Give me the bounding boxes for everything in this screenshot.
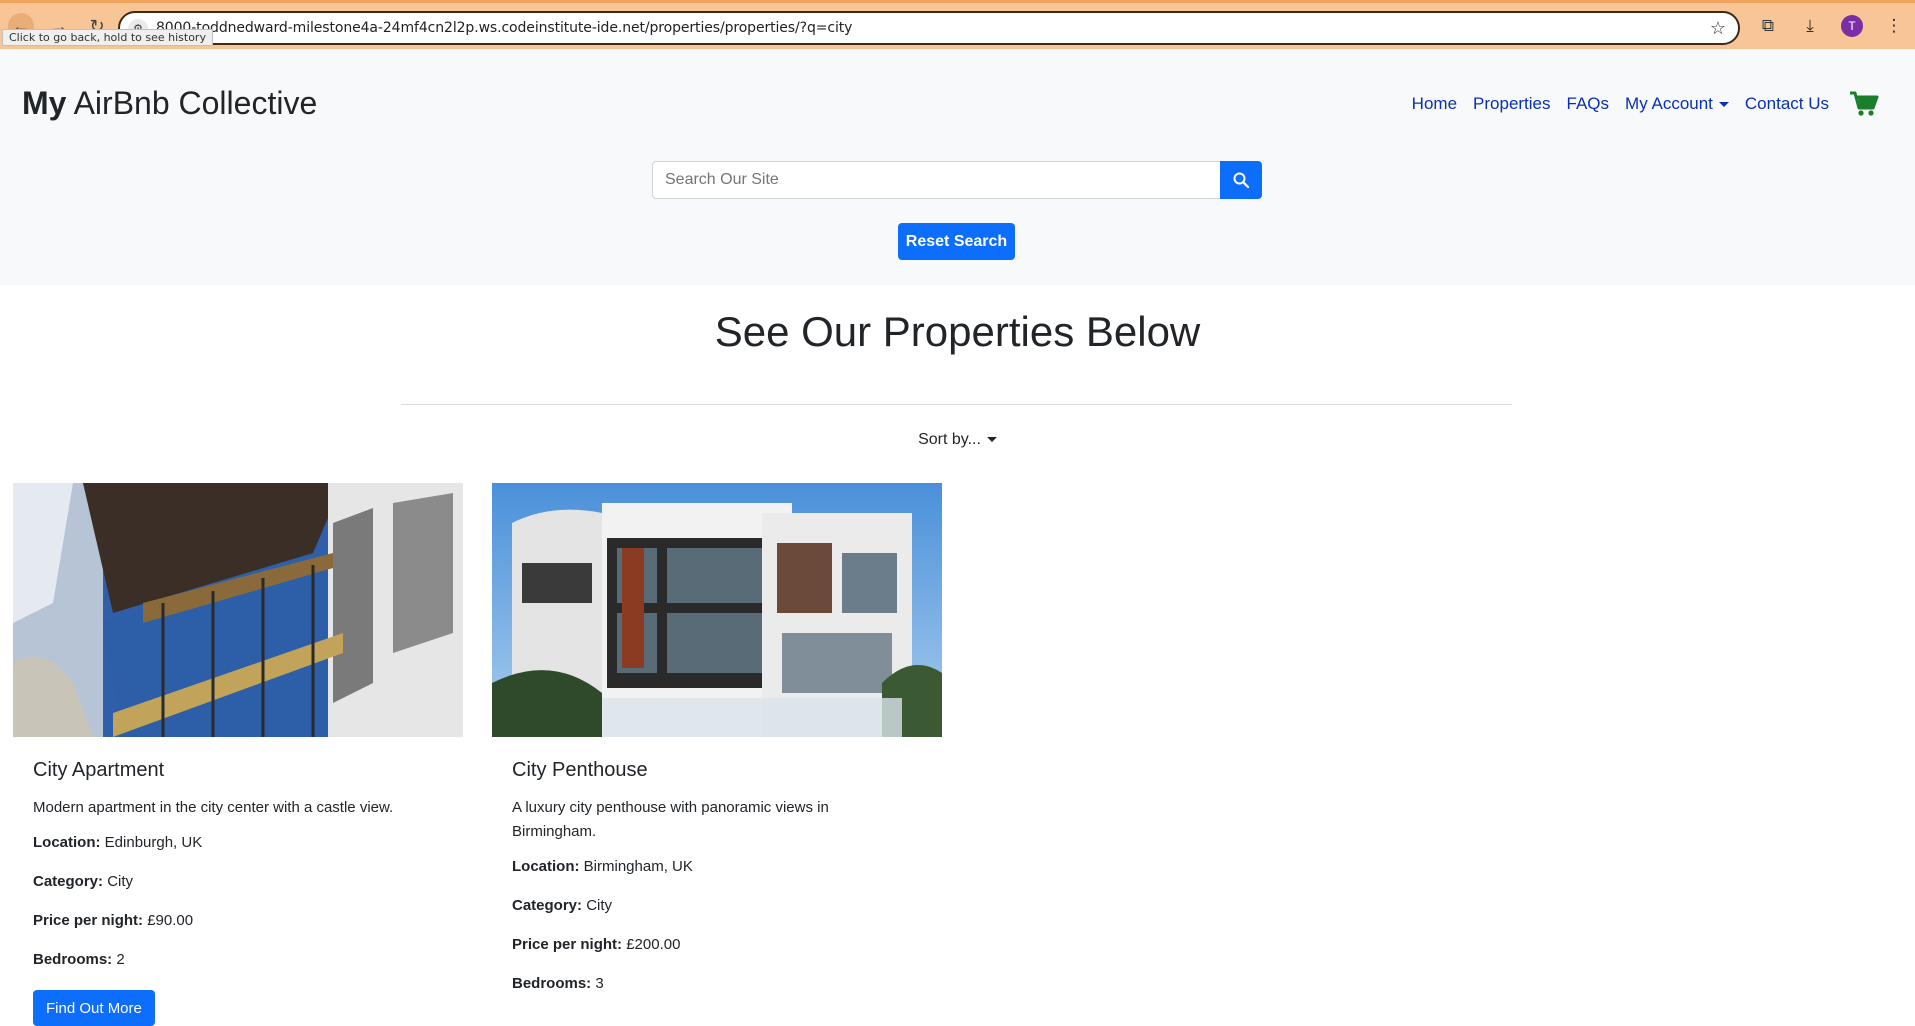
card-body: City Penthouse A luxury city penthouse w… <box>492 737 942 992</box>
category-label: Category: <box>33 873 104 890</box>
category-value: City <box>586 897 613 914</box>
site-header: My AirBnb Collective Home Properties FAQ… <box>0 49 1915 285</box>
download-icon[interactable]: ⤓ <box>1799 15 1821 37</box>
property-image[interactable] <box>13 483 463 737</box>
category-value: City <box>107 873 134 890</box>
shopping-cart-icon[interactable] <box>1849 91 1879 117</box>
property-location: Location: Birmingham, UK <box>512 858 922 875</box>
profile-avatar[interactable]: T <box>1841 15 1863 37</box>
page-title: See Our Properties Below <box>714 308 1201 355</box>
property-description: Modern apartment in the city center with… <box>33 799 394 816</box>
property-price: Price per night: £90.00 <box>33 912 443 929</box>
sort-label: Sort by... <box>918 431 981 448</box>
bookmark-star-icon[interactable]: ☆ <box>1710 18 1726 39</box>
nav-my-account-label: My Account <box>1625 94 1713 113</box>
sort-dropdown[interactable]: Sort by... <box>0 431 1915 449</box>
main-nav: Home Properties FAQs My Account Contact … <box>1412 91 1879 117</box>
price-value: £90.00 <box>147 912 194 929</box>
brand-name: AirBnb Collective <box>73 85 318 121</box>
search-input[interactable] <box>652 161 1220 199</box>
property-category: Category: City <box>512 897 922 914</box>
find-out-more-button[interactable]: Find Out More <box>33 990 155 1026</box>
location-value: Edinburgh, UK <box>104 834 203 851</box>
property-bedrooms: Bedrooms: 2 <box>33 951 443 968</box>
price-label: Price per night: <box>512 936 623 953</box>
brand-logo[interactable]: My AirBnb Collective <box>22 85 317 122</box>
location-label: Location: <box>512 858 580 875</box>
chevron-down-icon <box>986 437 997 443</box>
extensions-icon[interactable]: ⧉ <box>1757 15 1779 37</box>
nav-faqs[interactable]: FAQs <box>1567 94 1610 114</box>
bedrooms-label: Bedrooms: <box>512 975 592 992</box>
price-label: Price per night: <box>33 912 144 929</box>
reset-search-button[interactable]: Reset Search <box>898 223 1015 260</box>
bedrooms-value: 2 <box>116 951 125 968</box>
property-price: Price per night: £200.00 <box>512 936 922 953</box>
location-value: Birmingham, UK <box>583 858 693 875</box>
category-label: Category: <box>512 897 583 914</box>
divider <box>401 404 1512 405</box>
menu-kebab-icon[interactable]: ⋮ <box>1883 15 1905 37</box>
property-title: City Penthouse <box>512 759 648 781</box>
property-category: Category: City <box>33 873 443 890</box>
property-bedrooms: Bedrooms: 3 <box>512 975 922 992</box>
browser-actions: ⧉ ⤓ T ⋮ <box>1757 15 1905 37</box>
nav-contact-us[interactable]: Contact Us <box>1745 94 1829 114</box>
nav-properties[interactable]: Properties <box>1473 94 1550 114</box>
nav-my-account[interactable]: My Account <box>1625 94 1729 114</box>
browser-toolbar: ← → ↻ ⚙ 8000-toddnedward-milestone4a-24m… <box>0 0 1915 49</box>
back-tooltip: Click to go back, hold to see history <box>2 29 213 46</box>
property-title: City Apartment <box>33 759 165 781</box>
card-body: City Apartment Modern apartment in the c… <box>13 737 463 1026</box>
search-button[interactable] <box>1220 161 1262 199</box>
url-text[interactable]: 8000-toddnedward-milestone4a-24mf4cn2l2p… <box>156 20 852 36</box>
property-description: A luxury city penthouse with panoramic v… <box>512 799 829 840</box>
search-form <box>652 161 1262 199</box>
property-card: City Penthouse A luxury city penthouse w… <box>492 483 942 1014</box>
bedrooms-value: 3 <box>595 975 604 992</box>
address-bar[interactable]: ⚙ 8000-toddnedward-milestone4a-24mf4cn2l… <box>118 11 1740 45</box>
price-value: £200.00 <box>626 936 681 953</box>
property-card: City Apartment Modern apartment in the c… <box>13 483 463 1026</box>
bedrooms-label: Bedrooms: <box>33 951 113 968</box>
nav-home[interactable]: Home <box>1412 94 1457 114</box>
brand-bold: My <box>22 85 67 121</box>
property-location: Location: Edinburgh, UK <box>33 834 443 851</box>
chevron-down-icon <box>1718 102 1729 108</box>
location-label: Location: <box>33 834 101 851</box>
property-image[interactable] <box>492 483 942 737</box>
search-icon <box>1233 172 1249 188</box>
